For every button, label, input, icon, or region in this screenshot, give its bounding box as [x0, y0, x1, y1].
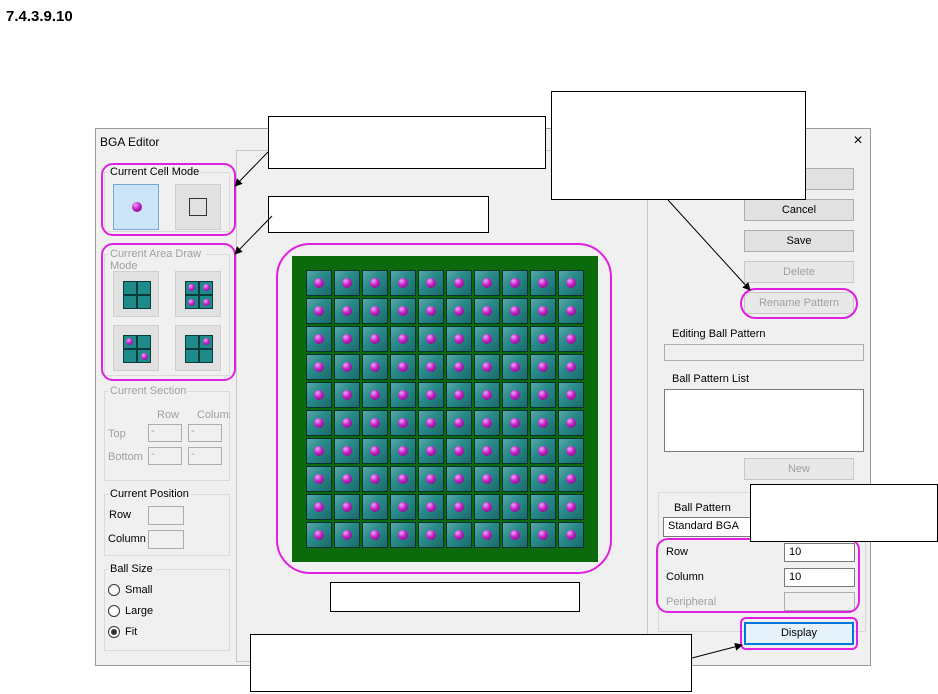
highlight-row-column: [656, 538, 860, 613]
callout-box-ball-pattern: [750, 484, 938, 542]
window-title: BGA Editor: [100, 135, 160, 149]
callout-box-rename: [551, 91, 806, 200]
position-column-label: Column: [108, 533, 146, 545]
section-heading: 7.4.3.9.10: [6, 8, 73, 25]
highlight-rename: [740, 288, 858, 319]
ball-size-large-label: Large: [125, 605, 154, 617]
editing-pattern-label: Editing Ball Pattern: [672, 328, 766, 340]
callout-box-area-mode: [268, 196, 489, 233]
section-row-header: Row: [157, 409, 180, 421]
highlight-cell-mode: [101, 163, 236, 236]
position-column-field: [148, 530, 184, 549]
callout-box-display: [250, 634, 692, 692]
highlight-display: [740, 617, 858, 650]
highlight-area-mode: [101, 243, 236, 381]
ball-size-small-radio[interactable]: [108, 584, 120, 596]
section-legend: Current Section: [108, 385, 189, 397]
new-button[interactable]: New: [744, 458, 854, 480]
ball-size-group: [104, 569, 230, 651]
section-top-label: Top: [108, 428, 126, 440]
ball-size-fit-radio[interactable]: [108, 626, 120, 638]
delete-button[interactable]: Delete: [744, 261, 854, 283]
close-icon[interactable]: ×: [848, 132, 868, 150]
ball-size-fit-label: Fit: [125, 626, 138, 638]
position-row-label: Row: [109, 509, 132, 521]
section-column-header: Column: [197, 409, 230, 421]
section-bottom-row-field[interactable]: -: [148, 447, 182, 465]
save-button[interactable]: Save: [744, 230, 854, 252]
position-row-field: [148, 506, 184, 525]
section-top-column-field[interactable]: -: [188, 424, 222, 442]
highlight-grid: [276, 243, 612, 574]
cancel-button[interactable]: Cancel: [744, 199, 854, 221]
ball-size-legend: Ball Size: [108, 563, 155, 575]
callout-box-grid: [330, 582, 580, 612]
callout-box-cell-mode: [268, 116, 546, 169]
editing-pattern-field: [664, 344, 864, 361]
ball-size-small-label: Small: [125, 584, 153, 596]
section-top-row-field[interactable]: -: [148, 424, 182, 442]
ball-pattern-select[interactable]: Standard BGA: [663, 517, 755, 537]
pattern-list[interactable]: [664, 389, 864, 452]
position-legend: Current Position: [108, 488, 191, 500]
section-bottom-column-field[interactable]: -: [188, 447, 222, 465]
pattern-list-label: Ball Pattern List: [672, 373, 750, 385]
section-bottom-label: Bottom: [108, 451, 143, 463]
ball-pattern-label: Ball Pattern: [674, 502, 731, 514]
ball-size-large-radio[interactable]: [108, 605, 120, 617]
